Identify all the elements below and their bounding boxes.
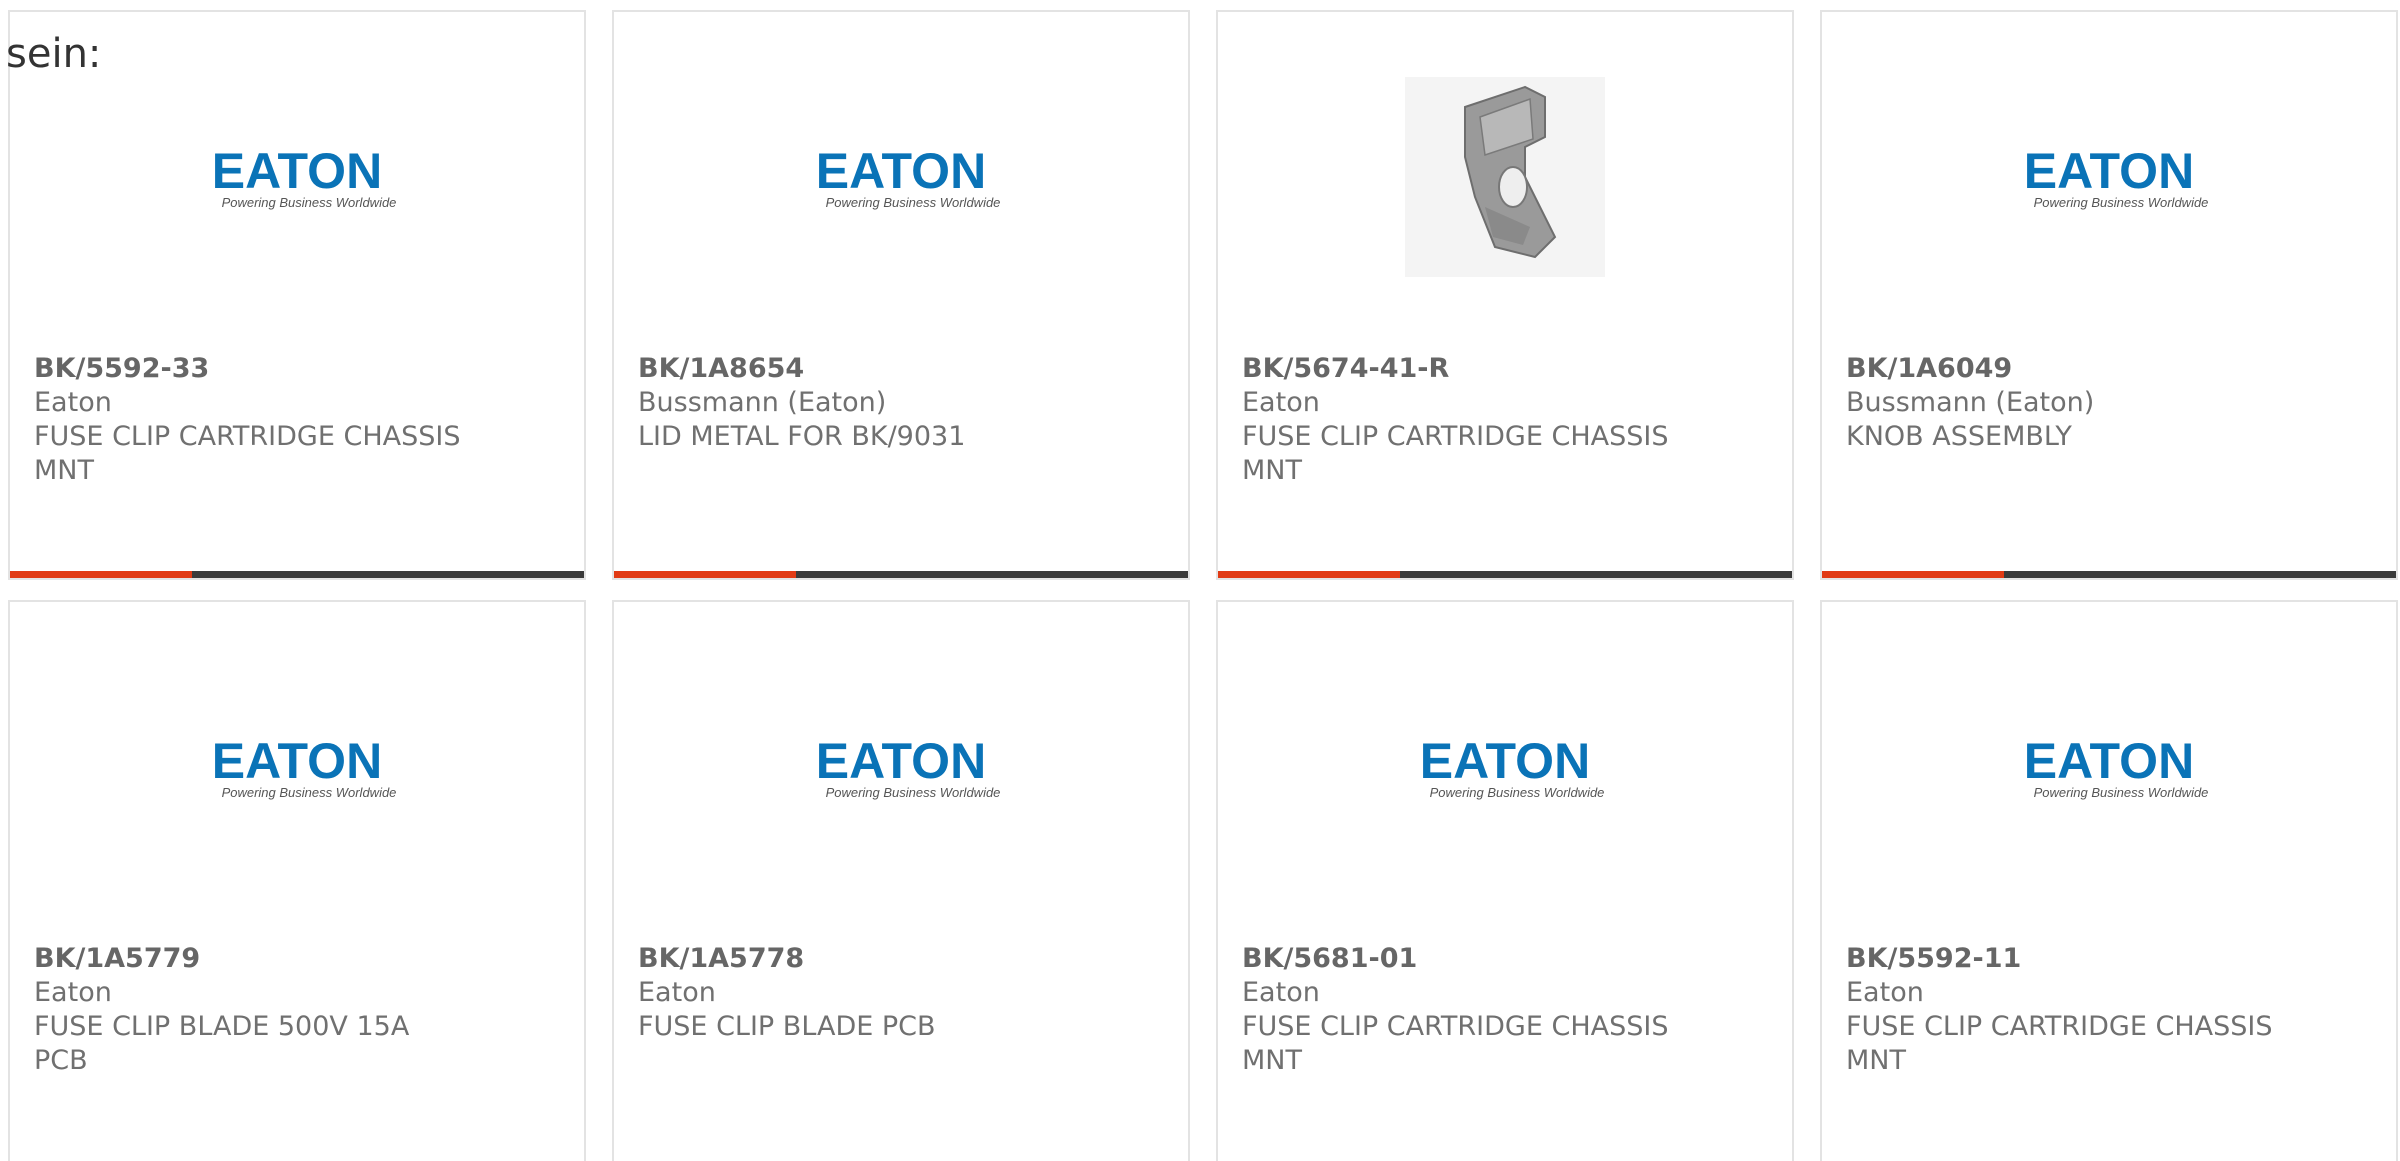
eaton-logo-image[interactable]: EATONPowering Business Worldwide [801, 732, 1001, 802]
product-part-number[interactable]: BK/1A5778 [638, 942, 1164, 976]
product-card[interactable]: EATON Powering Business Worldwide BK/1A604… [1820, 10, 2398, 580]
product-description: FUSE CLIP CARTRIDGE CHASSIS MNT [1242, 1011, 1669, 1076]
product-image-container[interactable]: EATON Powering Business Worldwide [1822, 72, 2396, 282]
logo-brand-text: EATON [816, 733, 986, 789]
logo-tagline: Powering Business Worldwide [2034, 785, 2209, 800]
product-card[interactable]: EATON Powering Business Worldwide BK/5592-… [8, 10, 586, 580]
product-description: FUSE CLIP BLADE 500V 15A PCB [34, 1011, 410, 1076]
product-info: BK/1A5779 Eaton FUSE CLIP BLADE 500V 15A P… [34, 942, 560, 1078]
logo-brand-text: EATON [212, 733, 382, 789]
logo-brand-text: EATON [2024, 733, 2194, 789]
card-bottom-bar [10, 571, 584, 578]
product-image-container[interactable] [1218, 72, 1792, 282]
logo-brand-text: EATON [212, 143, 382, 199]
product-manufacturer: Eaton [1846, 977, 1924, 1008]
product-image-container[interactable]: EATON Powering Business Worldwide [614, 662, 1188, 872]
card-accent-bar [614, 571, 796, 578]
logo-brand-text: EATON [816, 143, 986, 199]
logo-brand-text: EATON [1420, 733, 1590, 789]
product-listing-page: sein: EATON Powering Business Worldwide BK… [0, 0, 2400, 1161]
product-part-number[interactable]: BK/1A8654 [638, 352, 1164, 386]
eaton-logo-image[interactable]: EATONPowering Business Worldwide [197, 732, 397, 802]
eaton-logo-image[interactable]: EATONPowering Business Worldwide [2009, 142, 2209, 212]
product-part-number[interactable]: BK/1A6049 [1846, 352, 2372, 386]
product-manufacturer: Eaton [1242, 387, 1320, 418]
card-accent-bar [1822, 571, 2004, 578]
logo-tagline: Powering Business Worldwide [2034, 195, 2209, 210]
product-card[interactable]: EATON Powering Business Worldwide BK/1A865… [612, 10, 1190, 580]
logo-brand-text: EATON [2024, 143, 2194, 199]
product-manufacturer: Eaton [34, 387, 112, 418]
product-part-number[interactable]: BK/1A5779 [34, 942, 560, 976]
product-image-container[interactable]: EATON Powering Business Worldwide [10, 662, 584, 872]
product-image-container[interactable]: EATON Powering Business Worldwide [10, 72, 584, 282]
product-part-number[interactable]: BK/5674-41-R [1242, 352, 1768, 386]
card-bottom-bar [1218, 571, 1792, 578]
product-info: BK/5681-01 Eaton FUSE CLIP CARTRIDGE CHASS… [1242, 942, 1768, 1078]
fuse-clip-photo[interactable] [1405, 77, 1605, 277]
product-part-number[interactable]: BK/5681-01 [1242, 942, 1768, 976]
product-description: FUSE CLIP CARTRIDGE CHASSIS MNT [1242, 421, 1669, 486]
product-info: BK/1A6049 Bussmann (Eaton) KNOB ASSEMBLY [1846, 352, 2372, 454]
product-card[interactable]: EATON Powering Business Worldwide BK/5592-… [1820, 600, 2398, 1161]
product-manufacturer: Eaton [34, 977, 112, 1008]
logo-tagline: Powering Business Worldwide [222, 785, 397, 800]
product-card[interactable]: BK/5674-41-R Eaton FUSE CLIP CARTRIDGE CHA… [1216, 10, 1794, 580]
intro-text: sein: [6, 31, 102, 77]
card-accent-bar [10, 571, 192, 578]
product-card[interactable]: EATON Powering Business Worldwide BK/1A577… [8, 600, 586, 1161]
product-manufacturer: Eaton [1242, 977, 1320, 1008]
product-info: BK/1A8654 Bussmann (Eaton) LID METAL FOR B… [638, 352, 1164, 454]
product-description: FUSE CLIP CARTRIDGE CHASSIS MNT [1846, 1011, 2273, 1076]
product-image-container[interactable]: EATON Powering Business Worldwide [614, 72, 1188, 282]
product-manufacturer: Bussmann (Eaton) [1846, 387, 2095, 418]
product-info: BK/5592-33 Eaton FUSE CLIP CARTRIDGE CHASS… [34, 352, 560, 488]
product-image-container[interactable]: EATON Powering Business Worldwide [1218, 662, 1792, 872]
product-card[interactable]: EATON Powering Business Worldwide BK/5681-… [1216, 600, 1794, 1161]
product-info: BK/1A5778 Eaton FUSE CLIP BLADE PCB [638, 942, 1164, 1044]
product-grid: EATON Powering Business Worldwide BK/5592-… [8, 10, 2398, 1161]
product-info: BK/5592-11 Eaton FUSE CLIP CARTRIDGE CHASS… [1846, 942, 2372, 1078]
eaton-logo-image[interactable]: EATONPowering Business Worldwide [197, 142, 397, 212]
logo-tagline: Powering Business Worldwide [826, 785, 1001, 800]
product-info: BK/5674-41-R Eaton FUSE CLIP CARTRIDGE CHA… [1242, 352, 1768, 488]
product-image-container[interactable]: EATON Powering Business Worldwide [1822, 662, 2396, 872]
product-description: FUSE CLIP BLADE PCB [638, 1011, 936, 1042]
product-description: KNOB ASSEMBLY [1846, 421, 2072, 452]
product-card[interactable]: EATON Powering Business Worldwide BK/1A577… [612, 600, 1190, 1161]
eaton-logo-image[interactable]: EATONPowering Business Worldwide [801, 142, 1001, 212]
logo-tagline: Powering Business Worldwide [1430, 785, 1605, 800]
logo-tagline: Powering Business Worldwide [222, 195, 397, 210]
product-manufacturer: Bussmann (Eaton) [638, 387, 887, 418]
product-part-number[interactable]: BK/5592-33 [34, 352, 560, 386]
product-manufacturer: Eaton [638, 977, 716, 1008]
logo-tagline: Powering Business Worldwide [826, 195, 1001, 210]
product-part-number[interactable]: BK/5592-11 [1846, 942, 2372, 976]
product-description: LID METAL FOR BK/9031 [638, 421, 966, 452]
card-bottom-bar [1822, 571, 2396, 578]
card-accent-bar [1218, 571, 1400, 578]
eaton-logo-image[interactable]: EATONPowering Business Worldwide [2009, 732, 2209, 802]
card-bottom-bar [614, 571, 1188, 578]
eaton-logo-image[interactable]: EATONPowering Business Worldwide [1405, 732, 1605, 802]
product-description: FUSE CLIP CARTRIDGE CHASSIS MNT [34, 421, 461, 486]
